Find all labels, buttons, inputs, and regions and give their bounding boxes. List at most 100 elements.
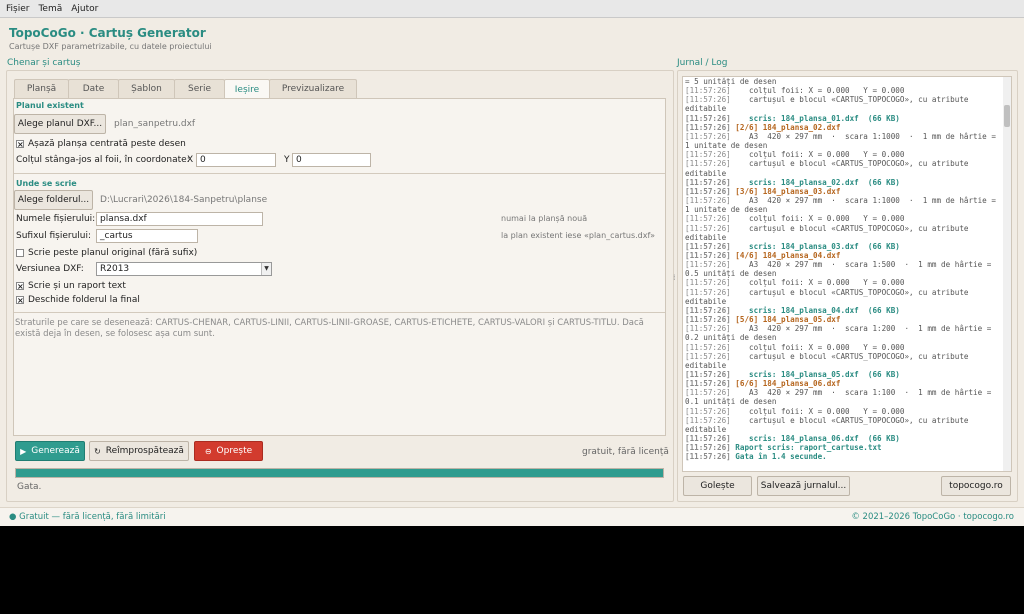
report-checkbox-label: Scrie și un raport text [28, 281, 126, 291]
log-line: [11:57:26] scris: 184_plansa_05.dxf (66 … [685, 370, 1003, 379]
filename-hint: numai la planșă nouă [501, 214, 588, 223]
menu-theme[interactable]: Temă [38, 4, 62, 14]
log-line: [11:57:26] cartușul e blocul «CARTUS_TOP… [685, 159, 1003, 177]
open-folder-checkbox-label: Deschide folderul la final [28, 295, 140, 305]
menu-file[interactable]: Fișier [6, 4, 29, 14]
log-title: Jurnal / Log [677, 58, 728, 68]
overwrite-checkbox[interactable]: Scrie peste planul original (fără sufix) [16, 248, 197, 258]
log-timestamp: [11:57:26] [685, 86, 736, 96]
x-label: X [187, 155, 194, 165]
log-scrollbar-thumb[interactable] [1004, 105, 1010, 127]
log-text: scris: 184_plansa_01.dxf (66 KB) [735, 113, 900, 123]
log-scrollbar[interactable] [1003, 77, 1011, 471]
log-line: [11:57:26] [3/6] 184_plansa_03.dxf [685, 187, 1003, 196]
log-line: [11:57:26] cartușul e blocul «CARTUS_TOP… [685, 95, 1003, 113]
log-timestamp: [11:57:26] [685, 351, 736, 361]
log-text: colțul foii: X = 0.000 Y = 0.000 [735, 278, 905, 288]
log-timestamp: [11:57:26] [685, 342, 736, 352]
open-folder-checkbox-box[interactable]: × [16, 296, 24, 305]
center-sheet-checkbox-label: Așază planșa centrată peste desen [28, 139, 186, 149]
log-line: [11:57:26] colțul foii: X = 0.000 Y = 0.… [685, 407, 1003, 416]
y-coordinate-input[interactable]: 0 [292, 153, 371, 167]
footer-license: ● Gratuit — fără licență, fără limitări [9, 512, 166, 522]
open-folder-checkbox[interactable]: × Deschide folderul la final [16, 295, 140, 305]
overwrite-checkbox-box[interactable] [16, 249, 24, 257]
generate-button[interactable]: ▶ Generează [15, 441, 85, 461]
log-line: [11:57:26] scris: 184_plansa_03.dxf (66 … [685, 242, 1003, 251]
log-timestamp: [11:57:26] [685, 452, 736, 462]
app-window: Fișier Temă Ajutor TopoCoGo · Cartuș Gen… [0, 0, 1024, 526]
log-view[interactable]: = 5 unități de desen [11:57:26] colțul fo… [682, 76, 1012, 472]
website-button[interactable]: topocogo.ro [941, 476, 1011, 496]
x-coordinate-input[interactable]: 0 [196, 153, 276, 167]
dxf-version-select[interactable]: R2013 ▼ [96, 262, 272, 276]
chevron-down-icon[interactable]: ▼ [261, 263, 271, 275]
report-checkbox[interactable]: × Scrie și un raport text [16, 281, 126, 291]
center-sheet-checkbox[interactable]: × Așază planșa centrată peste desen [16, 139, 186, 149]
app-subtitle: Cartușe DXF parametrizabile, cu datele p… [9, 42, 212, 51]
log-timestamp: [11:57:26] [685, 214, 736, 224]
log-text: [2/6] 184_plansa_02.dxf [735, 122, 841, 132]
log-line: [11:57:26] [5/6] 184_plansa_05.dxf [685, 315, 1003, 324]
log-line: [11:57:26] scris: 184_plansa_01.dxf (66 … [685, 114, 1003, 123]
log-text: colțul foii: X = 0.000 Y = 0.000 [735, 150, 905, 160]
log-timestamp: [11:57:26] [685, 415, 736, 425]
splitter-handle[interactable]: ⁞ [673, 273, 676, 282]
suffix-hint: la plan existent iese «plan_cartus.dxf» [501, 231, 656, 240]
log-timestamp: [11:57:26] [685, 443, 736, 453]
group-title-output: Unde se scrie [16, 179, 77, 188]
layers-info-text: Straturile pe care se desenează: CARTUS-… [15, 318, 644, 339]
log-line: [11:57:26] colțul foii: X = 0.000 Y = 0.… [685, 343, 1003, 352]
log-line: [11:57:26] A3 420 × 297 mm · scara 1:100… [685, 388, 1003, 406]
refresh-button-label: Reîmprospătează [105, 446, 184, 456]
log-line: [11:57:26] colțul foii: X = 0.000 Y = 0.… [685, 86, 1003, 95]
tab-date[interactable]: Date [68, 79, 119, 98]
log-timestamp: [11:57:26] [685, 370, 736, 379]
clear-log-button[interactable]: Golește [683, 476, 752, 496]
suffix-input[interactable]: _cartus [96, 229, 198, 243]
footer-copyright[interactable]: © 2021–2026 TopoCoGo · topocogo.ro [851, 512, 1014, 522]
dxf-version-label: Versiunea DXF: [16, 264, 84, 274]
log-line: [11:57:26] scris: 184_plansa_04.dxf (66 … [685, 306, 1003, 315]
menu-help[interactable]: Ajutor [71, 4, 98, 14]
log-text: scris: 184_plansa_03.dxf (66 KB) [735, 241, 900, 251]
tab-sablon[interactable]: Șablon [118, 79, 175, 98]
group-title-existing-plan: Planul existent [16, 101, 84, 110]
log-line: [11:57:26] scris: 184_plansa_02.dxf (66 … [685, 178, 1003, 187]
log-text: scris: 184_plansa_02.dxf (66 KB) [735, 177, 900, 187]
log-line: [11:57:26] [4/6] 184_plansa_04.dxf [685, 251, 1003, 260]
menu-bar: Fișier Temă Ajutor [0, 0, 1024, 18]
log-text: = 5 unități de desen [685, 77, 777, 86]
log-line: [11:57:26] [6/6] 184_plansa_06.dxf [685, 379, 1003, 388]
log-text: scris: 184_plansa_04.dxf (66 KB) [735, 305, 900, 315]
log-text: colțul foii: X = 0.000 Y = 0.000 [735, 342, 905, 352]
tab-iesire[interactable]: Ieșire [224, 79, 270, 99]
center-sheet-checkbox-box[interactable]: × [16, 140, 24, 149]
report-checkbox-box[interactable]: × [16, 282, 24, 291]
log-text: colțul foii: X = 0.000 Y = 0.000 [735, 214, 905, 224]
choose-plan-button[interactable]: Alege planul DXF... [14, 114, 106, 134]
tab-serie[interactable]: Serie [174, 79, 225, 98]
section-title-left: Chenar și cartuș [7, 58, 81, 68]
tab-plansa[interactable]: Planșă [14, 79, 69, 98]
progress-bar-fill [16, 469, 663, 477]
log-timestamp: [11:57:26] [685, 406, 736, 416]
folder-path: D:\Lucrari\2026\184-Sanpetru\planse [100, 195, 268, 205]
stop-button[interactable]: ⊖ Oprește [194, 441, 263, 461]
log-line: = 5 unități de desen [685, 77, 1003, 86]
separator [14, 312, 665, 313]
choose-folder-button[interactable]: Alege folderul... [14, 190, 93, 210]
suffix-label: Sufixul fișierului: [16, 231, 92, 241]
filename-input[interactable]: plansa.dxf [96, 212, 263, 226]
log-text: scris: 184_plansa_06.dxf (66 KB) [735, 434, 900, 444]
refresh-button[interactable]: ↻ Reîmprospătează [89, 441, 189, 461]
tab-previzualizare[interactable]: Previzualizare [269, 79, 357, 98]
status-text: Gata. [17, 482, 42, 492]
log-timestamp: [11:57:26] [685, 113, 736, 123]
log-timestamp: [11:57:26] [685, 150, 736, 160]
filename-label: Numele fișierului: [16, 214, 96, 224]
save-log-button[interactable]: Salvează jurnalul... [757, 476, 850, 496]
license-note: gratuit, fără licență [582, 447, 669, 457]
log-text: Gata în 1.4 secunde. [735, 452, 827, 462]
log-text: colțul foii: X = 0.000 Y = 0.000 [735, 86, 905, 96]
